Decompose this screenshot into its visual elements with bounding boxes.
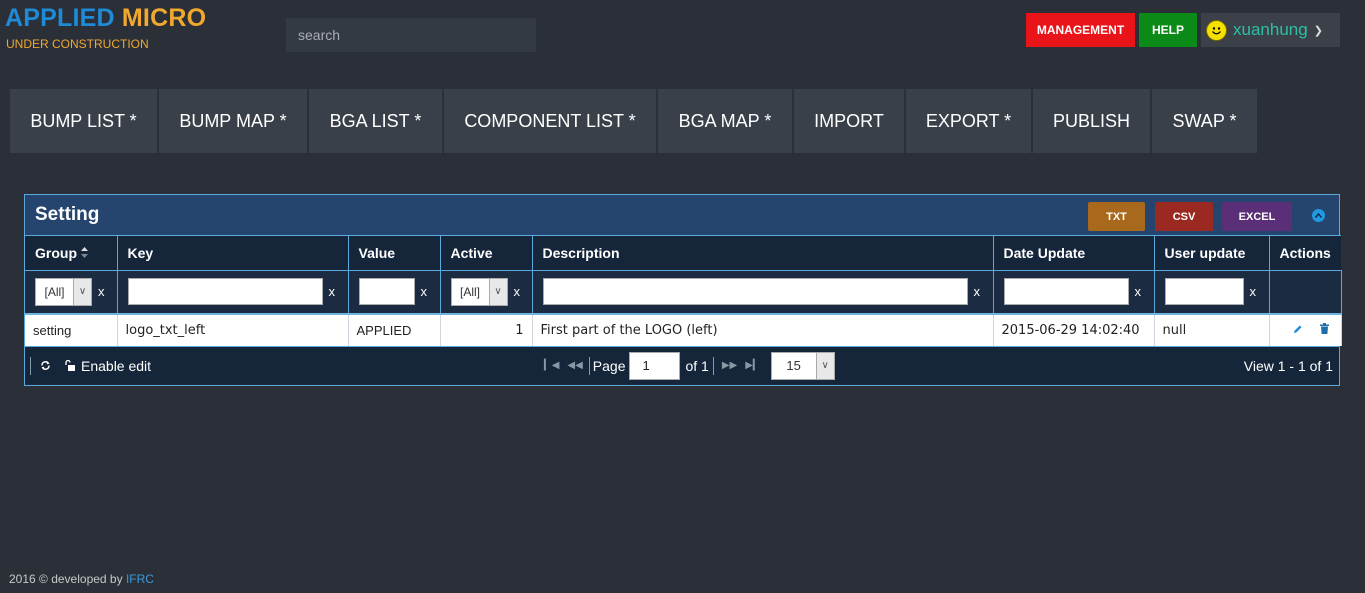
separator xyxy=(712,356,714,375)
pager-center: ▎◀ ◀◀ Page 1 of 1 ▶▶ ▶▎ 15 ∨ xyxy=(544,347,835,385)
column-header-key[interactable]: Key xyxy=(117,235,349,271)
sort-icon xyxy=(80,245,88,261)
panel-title: Setting xyxy=(35,204,100,225)
user-menu[interactable]: xuanhung ❯ xyxy=(1201,13,1340,47)
logo-right-text: MICRO xyxy=(121,4,207,32)
cell-date-update: 2015-06-29 14:02:40 xyxy=(993,312,1155,346)
nav-bump-map[interactable]: BUMP MAP * xyxy=(159,89,307,153)
page-count: of 1 xyxy=(685,357,709,374)
page-label: Page xyxy=(592,357,626,374)
user-name: xuanhung xyxy=(1233,20,1308,39)
column-header-value[interactable]: Value xyxy=(348,235,441,271)
unlock-icon[interactable] xyxy=(65,358,75,374)
user-update-filter-input[interactable] xyxy=(1164,278,1244,306)
separator xyxy=(30,356,31,375)
filter-row: [All] ∨ x x x [All] ∨ x x x x xyxy=(25,270,1342,314)
page-size-value: 15 xyxy=(786,358,801,373)
clear-filter-button[interactable]: x xyxy=(1250,284,1257,299)
chevron-down-icon: ∨ xyxy=(73,278,91,305)
value-filter-input[interactable] xyxy=(358,278,415,306)
separator xyxy=(588,356,590,375)
enable-edit-button[interactable]: Enable edit xyxy=(81,358,151,374)
key-filter-input[interactable] xyxy=(127,278,323,306)
description-filter-input[interactable] xyxy=(542,278,968,306)
nav-export[interactable]: EXPORT * xyxy=(906,89,1031,153)
select-value: [All] xyxy=(44,284,65,299)
main-nav: BUMP LIST * BUMP MAP * BGA LIST * COMPON… xyxy=(10,89,1259,153)
logo-subtitle: UNDER CONSTRUCTION xyxy=(6,37,149,51)
smiley-avatar-icon xyxy=(1206,19,1227,41)
next-page-icon[interactable]: ▶▶ xyxy=(722,360,737,371)
setting-table: Group Key Value Active Description Date … xyxy=(25,235,1342,346)
prev-page-icon[interactable]: ◀◀ xyxy=(567,360,582,371)
clear-filter-button[interactable]: x xyxy=(514,284,521,299)
export-csv-button[interactable]: CSV xyxy=(1155,202,1213,231)
column-label: Group xyxy=(35,245,77,261)
select-value: [All] xyxy=(459,284,480,299)
clear-filter-button[interactable]: x xyxy=(98,284,105,299)
clear-filter-button[interactable]: x xyxy=(329,284,336,299)
nav-bga-list[interactable]: BGA LIST * xyxy=(309,89,442,153)
footer: 2016 © developed by IFRC xyxy=(9,572,154,586)
footer-link[interactable]: IFRC xyxy=(126,572,154,586)
pager-right: View 1 - 1 of 1 xyxy=(1244,347,1333,385)
panel-header: Setting TXT CSV EXCEL xyxy=(25,195,1339,235)
chevron-down-icon: ❯ xyxy=(1313,24,1323,37)
help-button[interactable]: HELP xyxy=(1139,13,1197,47)
nav-publish[interactable]: PUBLISH xyxy=(1033,89,1150,153)
column-header-actions: Actions xyxy=(1269,235,1341,271)
app-logo[interactable]: APPLIED MICRO UNDER CONSTRUCTION xyxy=(5,4,206,51)
last-page-icon[interactable]: ▶▎ xyxy=(745,360,760,371)
nav-component-list[interactable]: COMPONENT LIST * xyxy=(444,89,656,153)
edit-icon[interactable] xyxy=(1293,323,1303,338)
clear-filter-button[interactable]: x xyxy=(421,284,428,299)
nav-import[interactable]: IMPORT xyxy=(794,89,904,153)
clear-filter-button[interactable]: x xyxy=(1135,284,1142,299)
page-number-input[interactable]: 1 xyxy=(629,351,681,380)
column-header-date-update[interactable]: Date Update xyxy=(993,235,1155,271)
export-txt-button[interactable]: TXT xyxy=(1088,202,1145,231)
chevron-down-icon: ∨ xyxy=(488,278,507,305)
refresh-icon[interactable] xyxy=(40,358,51,374)
collapse-icon[interactable] xyxy=(1312,209,1325,222)
actions-filter-cell xyxy=(1269,270,1342,314)
nav-bump-list[interactable]: BUMP LIST * xyxy=(10,89,157,153)
cell-user-update: null xyxy=(1154,312,1270,346)
footer-text: 2016 © developed by xyxy=(9,572,123,586)
management-button[interactable]: MANAGEMENT xyxy=(1026,13,1135,47)
cell-active: 1 xyxy=(440,312,533,346)
date-update-filter-input[interactable] xyxy=(1003,278,1129,306)
nav-swap[interactable]: SWAP * xyxy=(1152,89,1257,153)
page-size-select[interactable]: 15 ∨ xyxy=(770,351,835,380)
search-input[interactable] xyxy=(286,18,536,52)
logo-title: APPLIED MICRO xyxy=(5,4,206,33)
setting-grid-panel: Setting TXT CSV EXCEL Group Key Value Ac… xyxy=(24,194,1342,386)
group-filter-select[interactable]: [All] ∨ xyxy=(35,277,92,306)
table-row[interactable]: setting logo_txt_left APPLIED 1 First pa… xyxy=(25,312,1342,346)
export-excel-button[interactable]: EXCEL xyxy=(1222,202,1292,231)
nav-bga-map[interactable]: BGA MAP * xyxy=(658,89,792,153)
cell-value: APPLIED xyxy=(348,312,441,346)
chevron-down-icon: ∨ xyxy=(815,352,834,379)
cell-group: setting xyxy=(25,312,118,346)
column-header-user-update[interactable]: User update xyxy=(1154,235,1270,271)
cell-description: First part of the LOGO (left) xyxy=(532,312,994,346)
view-records-text: View 1 - 1 of 1 xyxy=(1243,357,1333,374)
pager-left: Enable edit xyxy=(30,347,151,385)
first-page-icon[interactable]: ▎◀ xyxy=(544,360,559,371)
delete-icon[interactable] xyxy=(1319,322,1329,338)
cell-actions xyxy=(1269,312,1342,346)
column-header-description[interactable]: Description xyxy=(532,235,994,271)
column-header-group[interactable]: Group xyxy=(25,235,118,271)
grid-pager: Enable edit ▎◀ ◀◀ Page 1 of 1 ▶▶ ▶▎ 15 ∨… xyxy=(25,345,1339,385)
logo-left-text: APPLIED xyxy=(5,4,115,32)
cell-key: logo_txt_left xyxy=(117,312,349,346)
table-header-row: Group Key Value Active Description Date … xyxy=(25,235,1341,271)
clear-filter-button[interactable]: x xyxy=(974,284,981,299)
column-header-active[interactable]: Active xyxy=(440,235,533,271)
active-filter-select[interactable]: [All] ∨ xyxy=(450,277,508,306)
